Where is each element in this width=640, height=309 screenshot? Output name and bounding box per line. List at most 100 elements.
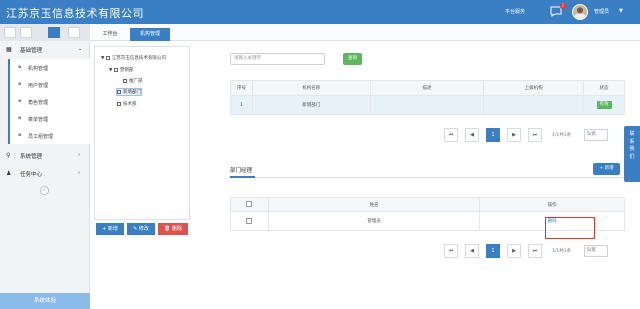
search-icon: ⚲ bbox=[6, 152, 11, 159]
last-page-icon[interactable]: ⏭ bbox=[528, 128, 542, 142]
tree-node-label: 技术部 bbox=[123, 102, 137, 107]
col-header: 操作 bbox=[479, 197, 625, 212]
page-info: 1/1共1条 bbox=[552, 249, 572, 254]
sidebar-item-label: 用户管理 bbox=[28, 83, 49, 89]
dept-add-button[interactable]: + 新增 bbox=[593, 163, 620, 175]
file-icon bbox=[117, 89, 121, 94]
first-page-icon[interactable]: ⏮ bbox=[444, 128, 458, 142]
basic-icon: ▦ bbox=[6, 46, 12, 53]
group-icon: ▪ bbox=[18, 132, 22, 138]
org-table: 序号 机构名称 描述 上级机构 状态 1 新增部门 有效 bbox=[230, 80, 625, 115]
tree-delete-button[interactable]: 🗑 删除 bbox=[158, 223, 188, 235]
role-icon: ▪ bbox=[18, 98, 22, 104]
prev-page-icon[interactable]: ◀ bbox=[465, 244, 479, 258]
next-page-icon[interactable]: ▶ bbox=[507, 244, 521, 258]
sidebar-item-roles[interactable]: ▪ 角色管理 bbox=[8, 93, 90, 110]
menu-icon: ▪ bbox=[18, 115, 22, 121]
sidebar: ▦ 基础管理 ⌄ ▪ 机构管理 ▪ 用户管理 ▪ 角色管理 ▪ 菜单管理 ▪ 员… bbox=[0, 24, 90, 309]
row-no: 1 bbox=[230, 95, 253, 115]
query-button[interactable]: 查询 bbox=[343, 53, 362, 65]
doc-icon[interactable] bbox=[20, 27, 32, 38]
tree-node-promotion[interactable]: 推广部 bbox=[123, 78, 143, 84]
row-name: 新增部门 bbox=[251, 95, 371, 115]
settings-icon[interactable] bbox=[68, 27, 80, 38]
chevron-right-icon: › bbox=[78, 152, 80, 158]
sidebar-item-label: 机构管理 bbox=[28, 66, 49, 72]
highlight-box bbox=[545, 217, 595, 239]
tree-node-new-dept[interactable]: 新增部门 bbox=[116, 88, 142, 96]
contact-us-label: 联系我们 bbox=[629, 131, 635, 160]
divider bbox=[230, 177, 625, 178]
sidebar-section-label: 基础管理 bbox=[20, 48, 43, 54]
page-number[interactable]: 1 bbox=[486, 128, 500, 142]
chevron-down-icon[interactable]: ▼ bbox=[619, 8, 623, 14]
col-header: 机构名称 bbox=[251, 80, 371, 96]
message-badge: 1 bbox=[560, 3, 566, 9]
sidebar-item-org[interactable]: ▪ 机构管理 bbox=[8, 59, 90, 76]
org-tree: ▼ 江苏京玉信息技术有限公司 ▼ 营销部 推广部 新增部门 技术部 bbox=[94, 46, 190, 220]
sidebar-item-users[interactable]: ▪ 用户管理 bbox=[8, 76, 90, 93]
sidebar-item-menus[interactable]: ▪ 菜单管理 bbox=[8, 110, 90, 127]
table-header-row: 姓名 操作 bbox=[230, 197, 625, 212]
page-number[interactable]: 1 bbox=[486, 244, 500, 258]
select-all-cell bbox=[230, 197, 269, 212]
last-page-icon[interactable]: ⏭ bbox=[528, 244, 542, 258]
tree-add-button[interactable]: + 新增 bbox=[96, 223, 124, 235]
tree-node-label: 推广部 bbox=[129, 79, 143, 84]
tree-node-marketing[interactable]: ▼ 营销部 bbox=[109, 67, 133, 73]
grid-icon[interactable] bbox=[48, 27, 60, 38]
table-header-row: 序号 机构名称 描述 上级机构 状态 bbox=[230, 80, 625, 96]
table-row[interactable]: 1 新增部门 有效 bbox=[230, 95, 625, 115]
tree-edit-button[interactable]: ✎ 修改 bbox=[127, 223, 155, 235]
platform-service-link[interactable]: 平台服务 bbox=[505, 8, 525, 15]
tab-org-management[interactable]: 机构管理 bbox=[130, 28, 170, 41]
username[interactable]: 管理员 bbox=[594, 8, 609, 15]
file-icon bbox=[117, 101, 121, 106]
sidebar-item-label: 员工组管理 bbox=[28, 134, 54, 140]
sidebar-section-system[interactable]: ⚲ 系统管理 › bbox=[0, 148, 90, 163]
top-bar: 江苏京玉信息技术有限公司 平台服务 1 管理员 ▼ bbox=[0, 0, 640, 24]
users-icon: ▪ bbox=[18, 81, 22, 87]
chevron-right-icon: › bbox=[78, 170, 80, 176]
page-size-select[interactable]: 5/页 bbox=[584, 245, 608, 257]
select-all-checkbox[interactable] bbox=[246, 201, 253, 208]
sidebar-item-groups[interactable]: ▪ 员工组管理 bbox=[8, 127, 90, 144]
row-status-cell: 有效 bbox=[583, 95, 625, 115]
page-size-select[interactable]: 5/页 bbox=[584, 129, 608, 141]
tree-node-label: 营销部 bbox=[119, 68, 134, 73]
sidebar-section-basic[interactable]: ▦ 基础管理 ⌄ bbox=[0, 42, 90, 57]
col-header: 序号 bbox=[230, 80, 253, 96]
status-badge: 有效 bbox=[596, 101, 612, 109]
home-icon[interactable] bbox=[4, 27, 16, 38]
file-icon bbox=[123, 78, 127, 83]
tab-underline bbox=[230, 176, 255, 178]
sidebar-item-label: 角色管理 bbox=[28, 100, 49, 106]
sidebar-section-task[interactable]: ♟ 任务中心 › bbox=[0, 166, 90, 181]
tree-node-root[interactable]: ▼ 江苏京玉信息技术有限公司 bbox=[101, 55, 166, 61]
row-parent bbox=[483, 95, 585, 115]
collapse-sidebar-icon[interactable]: « bbox=[40, 186, 49, 195]
tab-workbench[interactable]: 工作台 bbox=[96, 28, 124, 41]
col-header: 描述 bbox=[369, 80, 485, 96]
contact-us-tab[interactable]: 联系我们 bbox=[624, 126, 640, 182]
row-checkbox[interactable] bbox=[246, 217, 253, 224]
next-page-icon[interactable]: ▶ bbox=[507, 128, 521, 142]
system-experience-button[interactable]: 系统体验 bbox=[0, 293, 90, 309]
tree-node-label: 新增部门 bbox=[123, 90, 141, 95]
page-info: 1/1共1条 bbox=[552, 133, 572, 138]
col-header: 上级机构 bbox=[483, 80, 585, 96]
first-page-icon[interactable]: ⏮ bbox=[444, 244, 458, 258]
avatar[interactable] bbox=[572, 4, 588, 20]
sidebar-section-label: 系统管理 bbox=[20, 154, 43, 160]
bell-icon: ♟ bbox=[6, 170, 12, 177]
org-icon: ▪ bbox=[18, 64, 22, 70]
tab-bar: 工作台 机构管理 bbox=[90, 24, 640, 41]
prev-page-icon[interactable]: ◀ bbox=[465, 128, 479, 142]
tree-node-tech[interactable]: 技术部 bbox=[117, 101, 137, 107]
col-header: 状态 bbox=[583, 80, 625, 96]
row-checkbox-cell bbox=[230, 211, 269, 231]
row-desc bbox=[369, 95, 485, 115]
folder-icon bbox=[105, 55, 110, 60]
sidebar-toolbar bbox=[0, 24, 90, 41]
search-input[interactable]: 请输入关键字 bbox=[230, 53, 325, 65]
